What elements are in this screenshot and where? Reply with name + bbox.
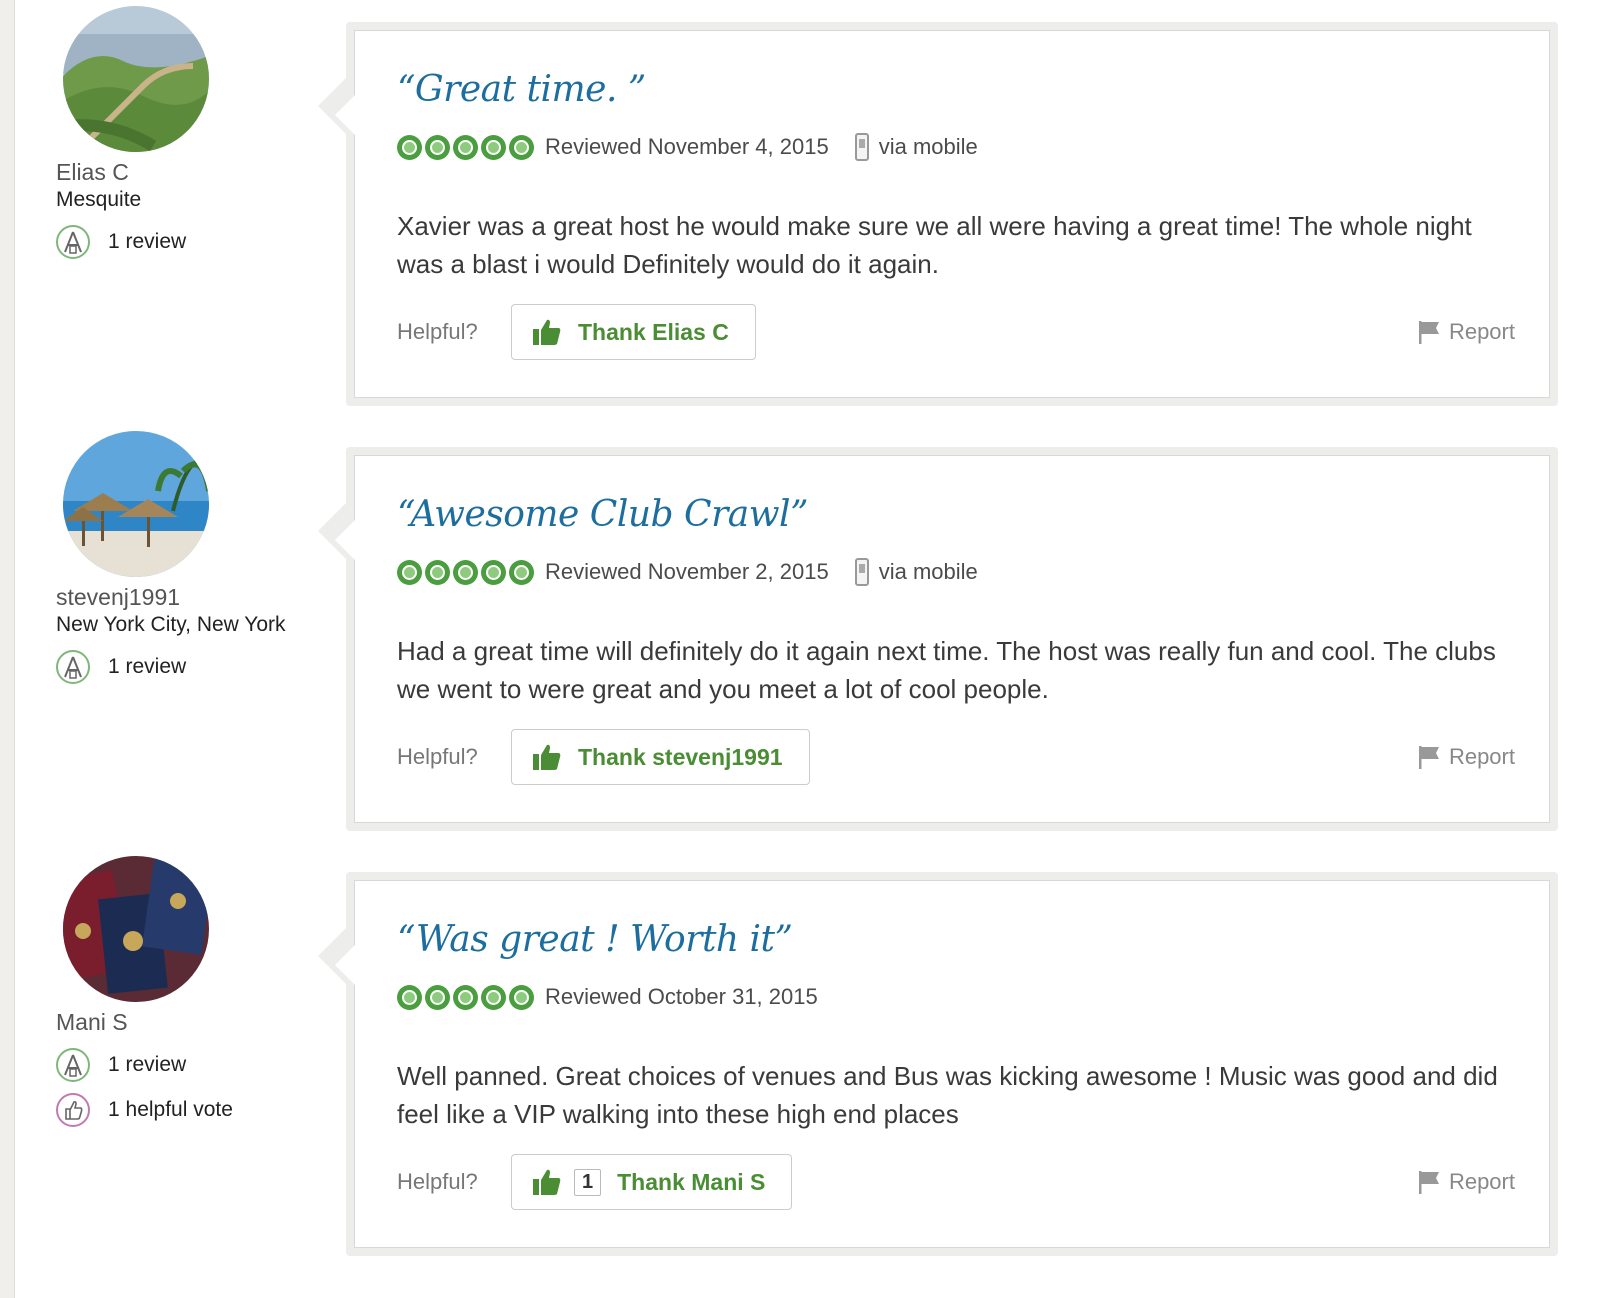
avatar[interactable] (63, 856, 209, 1002)
review-title[interactable]: “Awesome Club Crawl” (397, 494, 808, 535)
thumbs-up-icon (533, 319, 561, 345)
report-label: Report (1448, 744, 1515, 769)
reviewer-badge-icon (56, 225, 90, 259)
beach-umbrellas-avatar (63, 431, 209, 577)
review-title[interactable]: “Great time. ” (397, 69, 646, 110)
helpful-label: Helpful? (397, 319, 478, 344)
bubble-icon (397, 984, 422, 1010)
report-label: Report (1448, 1169, 1515, 1194)
review-body: Had a great time will definitely do it a… (397, 636, 1496, 704)
bubble-icon (397, 134, 422, 160)
avatar[interactable] (63, 431, 209, 577)
bubble-icon (425, 559, 450, 585)
review-title[interactable]: “Was great ! Worth it” (397, 919, 793, 960)
report-link[interactable]: Report (1417, 744, 1515, 770)
thank-button[interactable]: Thank stevenj1991 (511, 729, 810, 785)
review-count[interactable]: 1 review (108, 230, 186, 254)
bubble-icon (509, 134, 534, 160)
review-body: Well panned. Great choices of venues and… (397, 1061, 1498, 1129)
user-location: Mesquite (56, 188, 142, 211)
flag-icon (1418, 1171, 1439, 1194)
member-info: Mani S 1 review 1 helpful vote (56, 856, 326, 1129)
passports-avatar (63, 856, 209, 1002)
avatar[interactable] (63, 6, 209, 152)
rating-line: Reviewed November 4, 2015 via mobile (397, 131, 978, 163)
thumbs-up-icon (533, 744, 561, 770)
helpful-label: Helpful? (397, 744, 478, 769)
review-count[interactable]: 1 review (108, 1053, 186, 1077)
thank-label: Thank Mani S (617, 1168, 766, 1195)
report-link[interactable]: Report (1417, 319, 1515, 345)
review-card: “Was great ! Worth it” Reviewed October … (318, 872, 1558, 1256)
review-row: stevenj1991 New York City, New York 1 re… (0, 425, 1602, 831)
review-card: “Awesome Club Crawl” Reviewed November 2… (318, 447, 1558, 831)
helpful-vote-icon (56, 1093, 90, 1127)
review-body: Xavier was a great host he would make su… (397, 211, 1472, 279)
bubble-icon (453, 984, 478, 1010)
review-date: Reviewed November 4, 2015 (545, 134, 829, 159)
bubble-icon (509, 559, 534, 585)
rating-line: Reviewed November 2, 2015 via mobile (397, 556, 978, 588)
username[interactable]: Mani S (56, 1008, 326, 1036)
thank-count-badge: 1 (574, 1168, 602, 1196)
rating-bubbles (397, 984, 537, 1010)
username[interactable]: stevenj1991 (56, 583, 326, 611)
helpful-vote-count[interactable]: 1 helpful vote (108, 1098, 233, 1122)
review-row: Mani S 1 review 1 helpful vote “Was grea… (0, 850, 1602, 1256)
reviewer-badge-icon (56, 1048, 90, 1082)
review-footer: Helpful? 1 Thank Mani S Report (397, 1153, 1515, 1211)
bubble-icon (397, 559, 422, 585)
thank-button[interactable]: Thank Elias C (511, 304, 756, 360)
via-mobile: via mobile (854, 558, 978, 586)
via-mobile-label: via mobile (878, 559, 978, 584)
reviewer-badge-icon (56, 650, 90, 684)
review-card-inner: “Was great ! Worth it” Reviewed October … (335, 880, 1550, 1248)
rating-bubbles (397, 134, 537, 160)
helpful-vote-stat: 1 helpful vote (56, 1091, 326, 1129)
bubble-icon (425, 984, 450, 1010)
great-wall-landscape-avatar (63, 6, 209, 152)
member-info: Elias C Mesquite 1 review (56, 6, 326, 261)
review-card-inner: “Great time. ” Reviewed November 4, 2015… (335, 30, 1550, 398)
bubble-icon (453, 134, 478, 160)
review-card-inner: “Awesome Club Crawl” Reviewed November 2… (335, 455, 1550, 823)
review-footer: Helpful? Thank Elias C Report (397, 303, 1515, 361)
review-count-stat: 1 review (56, 1046, 326, 1084)
review-row: Elias C Mesquite 1 review “Great time. ”… (0, 0, 1602, 406)
thank-button[interactable]: 1 Thank Mani S (511, 1154, 793, 1210)
bubble-icon (425, 134, 450, 160)
bubble-icon (481, 134, 506, 160)
bubble-icon (481, 559, 506, 585)
via-mobile: via mobile (854, 133, 978, 161)
report-link[interactable]: Report (1417, 1169, 1515, 1195)
flag-icon (1418, 746, 1439, 769)
review-date: Reviewed November 2, 2015 (545, 559, 829, 584)
via-mobile-label: via mobile (878, 134, 978, 159)
username[interactable]: Elias C (56, 158, 326, 186)
review-date: Reviewed October 31, 2015 (545, 984, 818, 1009)
review-count[interactable]: 1 review (108, 655, 186, 679)
mobile-phone-icon (854, 133, 869, 161)
review-count-stat: 1 review (56, 648, 326, 686)
flag-icon (1418, 321, 1439, 344)
bubble-icon (509, 984, 534, 1010)
report-label: Report (1448, 319, 1515, 344)
helpful-label: Helpful? (397, 1169, 478, 1194)
rating-bubbles (397, 559, 537, 585)
bubble-icon (453, 559, 478, 585)
thank-label: Thank Elias C (578, 318, 729, 345)
review-footer: Helpful? Thank stevenj1991 Report (397, 728, 1515, 786)
member-info: stevenj1991 New York City, New York 1 re… (56, 431, 326, 686)
user-location: New York City, New York (56, 613, 286, 636)
bubble-icon (481, 984, 506, 1010)
thumbs-up-icon (533, 1169, 561, 1195)
rating-line: Reviewed October 31, 2015 (397, 981, 818, 1013)
review-card: “Great time. ” Reviewed November 4, 2015… (318, 22, 1558, 406)
thank-label: Thank stevenj1991 (578, 743, 783, 770)
mobile-phone-icon (854, 558, 869, 586)
review-count-stat: 1 review (56, 223, 326, 261)
